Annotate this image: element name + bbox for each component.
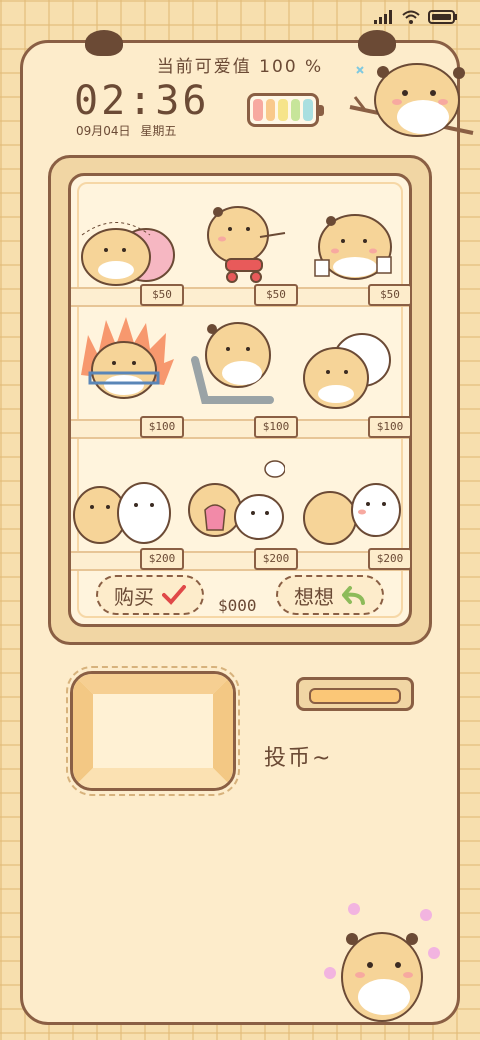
- hug-hamster[interactable]: [300, 320, 400, 415]
- chair-hamster[interactable]: [190, 315, 290, 410]
- couple-hamster[interactable]: [72, 455, 172, 550]
- buy-button[interactable]: 购买: [96, 575, 204, 615]
- price-tag: $50: [140, 284, 184, 306]
- price-tag: $50: [254, 284, 298, 306]
- battery-segment: [278, 99, 288, 121]
- battery-widget: [247, 93, 324, 127]
- think-label: 想想: [294, 584, 334, 609]
- insert-coin-label: 投币~: [264, 746, 333, 771]
- price-tag: $100: [254, 416, 298, 438]
- shelf-2: [71, 419, 409, 439]
- flower-hamster-sticker: [324, 903, 440, 1022]
- wifi-icon: [402, 10, 420, 24]
- gift-hamster[interactable]: [185, 455, 285, 550]
- clock: 02:36: [74, 78, 210, 124]
- shy-hamster[interactable]: [302, 460, 402, 555]
- battery-segment: [303, 99, 313, 121]
- battery-status-icon: [428, 10, 457, 24]
- undo-arrow-icon: [342, 586, 365, 605]
- price-tag: $100: [368, 416, 412, 438]
- battery-segment: [290, 99, 301, 121]
- price-tag: $100: [140, 416, 184, 438]
- battery-cap: [319, 105, 324, 116]
- price-tag: $200: [140, 548, 184, 570]
- think-button[interactable]: 想想: [276, 575, 384, 615]
- slot-door: [73, 674, 233, 788]
- price-tag: $50: [368, 284, 412, 306]
- battery-segment: [265, 99, 276, 121]
- angry-hamster[interactable]: [76, 315, 176, 410]
- scooter-hamster[interactable]: [190, 197, 290, 292]
- price-tag: $200: [368, 548, 412, 570]
- price-tag: $200: [254, 548, 298, 570]
- check-icon: [162, 585, 186, 605]
- coin-slot[interactable]: [296, 677, 414, 711]
- signal-icon: [374, 10, 392, 24]
- branch-hamster-sticker: [349, 63, 474, 137]
- output-slot[interactable]: [70, 671, 236, 791]
- battery-segment: [253, 99, 263, 121]
- coin-slot-opening: [309, 688, 401, 704]
- status-bar: [374, 10, 458, 24]
- amount-display: $000: [218, 596, 257, 615]
- buy-label: 购买: [114, 584, 154, 609]
- date-label: 09月04日 星期五: [76, 124, 177, 138]
